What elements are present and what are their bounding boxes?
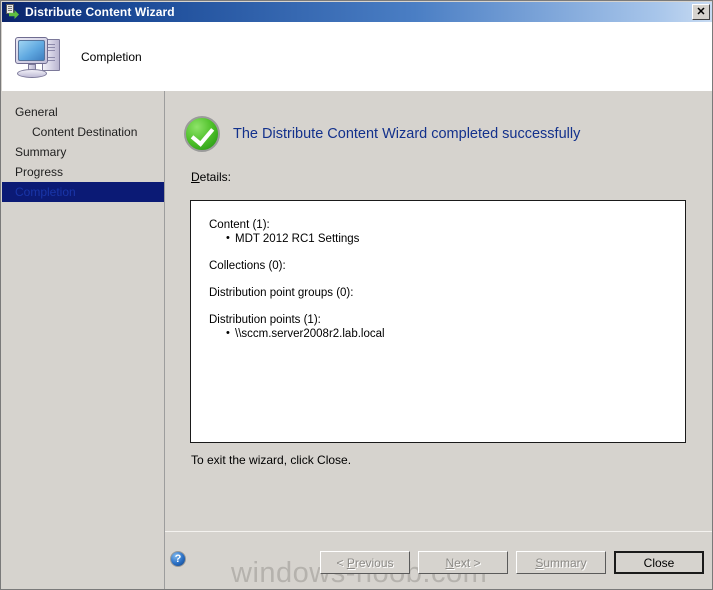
detail-item-list: \\sccm.server2008r2.lab.local bbox=[209, 327, 685, 341]
exit-instruction-text: To exit the wizard, click Close. bbox=[191, 453, 351, 467]
sidebar-item-completion[interactable]: Completion bbox=[2, 182, 164, 202]
sidebar-item-content-destination[interactable]: Content Destination bbox=[2, 122, 164, 142]
detail-heading: Distribution points (1): bbox=[209, 313, 685, 327]
next-button: Next > bbox=[418, 551, 508, 574]
detail-group: Distribution points (1):\\sccm.server200… bbox=[209, 313, 685, 341]
list-item: MDT 2012 RC1 Settings bbox=[235, 232, 685, 246]
distribute-content-icon bbox=[5, 4, 21, 20]
footer-button-group: < Previous Next > Summary Close bbox=[320, 551, 704, 574]
computer-icon bbox=[12, 31, 68, 83]
wizard-header: Completion bbox=[2, 22, 713, 91]
main-content-pane: The Distribute Content Wizard completed … bbox=[165, 91, 713, 531]
sidebar-item-general[interactable]: General bbox=[2, 102, 164, 122]
detail-heading: Content (1): bbox=[209, 218, 685, 232]
summary-button: Summary bbox=[516, 551, 606, 574]
detail-item-list: MDT 2012 RC1 Settings bbox=[209, 232, 685, 246]
sidebar-item-summary[interactable]: Summary bbox=[2, 142, 164, 162]
close-button[interactable]: Close bbox=[614, 551, 704, 574]
details-accel-key: D bbox=[191, 170, 200, 184]
details-box[interactable]: Content (1):MDT 2012 RC1 Settings Collect… bbox=[190, 200, 686, 443]
details-label: Details: bbox=[191, 170, 231, 184]
previous-button: < Previous bbox=[320, 551, 410, 574]
sidebar-item-progress[interactable]: Progress bbox=[2, 162, 164, 182]
detail-group: Collections (0): bbox=[209, 259, 685, 273]
help-icon[interactable]: ? bbox=[170, 551, 186, 567]
completion-heading: The Distribute Content Wizard completed … bbox=[233, 126, 580, 142]
details-content: Content (1):MDT 2012 RC1 Settings Collect… bbox=[191, 201, 685, 341]
detail-group: Distribution point groups (0): bbox=[209, 286, 685, 300]
details-label-rest: etails: bbox=[200, 170, 231, 184]
wizard-footer: ? windows-noob.com < PreviousNext >Summa… bbox=[165, 531, 713, 590]
sidebar-list: GeneralContent DestinationSummaryProgres… bbox=[2, 102, 164, 202]
window-title: Distribute Content Wizard bbox=[25, 5, 175, 19]
close-icon[interactable]: ✕ bbox=[692, 4, 710, 20]
wizard-step-sidebar: GeneralContent DestinationSummaryProgres… bbox=[2, 91, 164, 590]
completion-status-row: The Distribute Content Wizard completed … bbox=[184, 116, 580, 152]
detail-group: Content (1):MDT 2012 RC1 Settings bbox=[209, 218, 685, 246]
title-bar: Distribute Content Wizard ✕ bbox=[2, 2, 713, 22]
green-check-icon bbox=[184, 116, 220, 152]
detail-heading: Distribution point groups (0): bbox=[209, 286, 685, 300]
page-title: Completion bbox=[81, 50, 142, 64]
detail-heading: Collections (0): bbox=[209, 259, 685, 273]
list-item: \\sccm.server2008r2.lab.local bbox=[235, 327, 685, 341]
distribute-content-wizard-window: Distribute Content Wizard ✕ Completion G… bbox=[0, 0, 713, 590]
